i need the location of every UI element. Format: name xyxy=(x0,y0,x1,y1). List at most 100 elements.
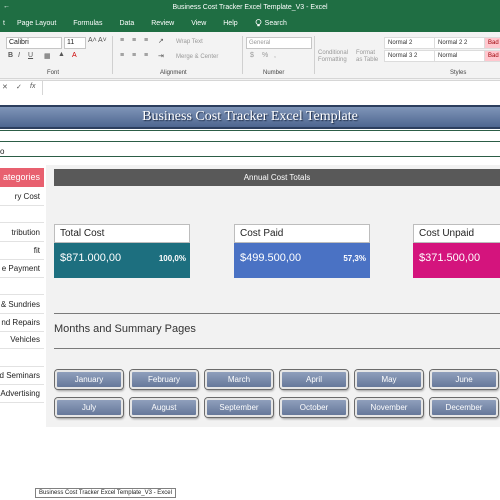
row-a-text: o xyxy=(0,147,5,156)
formula-bar: ✕ ✓ fx xyxy=(0,80,500,96)
month-button-april[interactable]: April xyxy=(280,370,348,389)
group-font-label: Font xyxy=(47,70,60,76)
align-top-icon[interactable]: ≡ xyxy=(120,37,124,44)
card-percent: 57,3% xyxy=(343,254,366,263)
insert-function-icon[interactable]: fx xyxy=(30,83,35,90)
month-button-july[interactable]: July xyxy=(55,398,123,417)
cancel-formula-icon[interactable]: ✕ xyxy=(2,83,8,91)
group-number-label: Number xyxy=(263,70,285,76)
borders-icon[interactable]: ▦ xyxy=(44,52,51,60)
sidebar-item[interactable] xyxy=(0,206,44,223)
sidebar-item[interactable]: fit xyxy=(0,243,44,260)
divider-line xyxy=(0,130,500,131)
grow-font-icon[interactable]: A˄ xyxy=(88,37,97,44)
style-bad[interactable]: Bad xyxy=(484,37,500,49)
formula-input[interactable] xyxy=(42,81,500,95)
style-normal-2-2[interactable]: Normal 2 2 xyxy=(434,37,485,49)
tab-data[interactable]: Data xyxy=(119,20,134,27)
shrink-font-icon[interactable]: A˅ xyxy=(98,37,107,44)
card-amount: $371.500,00 xyxy=(419,252,481,264)
italic-icon[interactable]: I xyxy=(18,52,20,59)
sidebar-item[interactable]: tribution xyxy=(0,225,44,242)
divider-line xyxy=(0,156,500,157)
align-middle-icon[interactable]: ≡ xyxy=(132,37,136,44)
percent-icon[interactable]: % xyxy=(262,52,268,59)
sidebar-item-label: Advertising xyxy=(0,389,40,398)
group-alignment-label: Alignment xyxy=(160,70,187,76)
sidebar-item[interactable]: e Payment xyxy=(0,261,44,278)
month-button-december[interactable]: December xyxy=(430,398,498,417)
font-color-icon[interactable]: A xyxy=(72,52,77,59)
style-normal-2[interactable]: Normal 2 xyxy=(384,37,435,49)
style-normal-3-2[interactable]: Normal 3 2 xyxy=(384,50,435,62)
style-normal[interactable]: Normal xyxy=(434,50,485,62)
font-name-select[interactable]: Calibri xyxy=(6,37,62,49)
currency-icon[interactable]: $ xyxy=(250,52,254,59)
group-separator xyxy=(112,36,113,74)
sidebar-item[interactable]: Advertising xyxy=(0,386,44,403)
enter-formula-icon[interactable]: ✓ xyxy=(16,83,22,91)
sidebar-categories-header: ategories xyxy=(0,168,44,187)
group-separator xyxy=(242,36,243,74)
align-left-icon[interactable]: ≡ xyxy=(120,52,124,59)
month-button-march[interactable]: March xyxy=(205,370,273,389)
card-title: Cost Paid xyxy=(234,224,370,243)
sidebar-item-label: nd Repairs xyxy=(1,318,40,327)
merge-center-button[interactable]: Merge & Center xyxy=(176,54,218,60)
month-button-october[interactable]: October xyxy=(280,398,348,417)
sidebar-item[interactable]: nd Seminars xyxy=(0,368,44,385)
tab-insert[interactable]: t xyxy=(3,20,5,27)
conditional-formatting-button[interactable]: Conditional Formatting xyxy=(318,50,356,64)
sidebar-item-label: e Payment xyxy=(1,264,40,273)
sidebar-item[interactable]: nd Repairs xyxy=(0,315,44,332)
quick-access-save-icon[interactable]: ← xyxy=(3,3,10,10)
sidebar-item[interactable] xyxy=(0,350,44,367)
card-title: Cost Unpaid xyxy=(413,224,500,243)
lightbulb-icon xyxy=(255,19,262,27)
tab-view[interactable]: View xyxy=(191,20,206,27)
title-bar: ← Business Cost Tracker Excel Template_V… xyxy=(0,0,500,14)
align-center-icon[interactable]: ≡ xyxy=(132,52,136,59)
sidebar-item[interactable]: ry Cost xyxy=(0,189,44,206)
fill-color-icon[interactable]: ▲ xyxy=(58,51,65,58)
search-label: Search xyxy=(264,19,287,27)
format-as-table-button[interactable]: Format as Table xyxy=(356,50,382,64)
month-button-january[interactable]: January xyxy=(55,370,123,389)
window-title: Business Cost Tracker Excel Template_V3 … xyxy=(172,3,328,11)
tab-page-layout[interactable]: Page Layout xyxy=(17,20,56,27)
align-bottom-icon[interactable]: ≡ xyxy=(144,37,148,44)
align-right-icon[interactable]: ≡ xyxy=(144,52,148,59)
sidebar-item[interactable]: Vehicles xyxy=(0,332,44,349)
month-button-november[interactable]: November xyxy=(355,398,423,417)
month-button-august[interactable]: August xyxy=(130,398,198,417)
months-bottom-line xyxy=(54,348,500,349)
sidebar-item[interactable]: & Sundries xyxy=(0,297,44,314)
sidebar-item-label: fit xyxy=(33,246,40,255)
number-format-select[interactable]: General xyxy=(246,37,312,49)
card-amount: $499.500,00 xyxy=(240,252,302,264)
underline-icon[interactable]: U xyxy=(28,52,33,59)
dashboard-banner: Business Cost Tracker Excel Template xyxy=(0,105,500,129)
orientation-icon[interactable]: ↗ xyxy=(158,37,164,45)
sidebar-item-label: nd Seminars xyxy=(0,371,40,380)
month-button-september[interactable]: September xyxy=(205,398,273,417)
sidebar-item[interactable] xyxy=(0,278,44,295)
wrap-text-button[interactable]: Wrap Text xyxy=(176,39,203,45)
style-bad-2[interactable]: Bad xyxy=(484,50,500,62)
indent-icon[interactable]: ⇥ xyxy=(158,52,164,60)
card-title: Total Cost xyxy=(54,224,190,243)
tab-formulas[interactable]: Formulas xyxy=(73,20,102,27)
bold-icon[interactable]: B xyxy=(8,52,13,59)
tab-help[interactable]: Help xyxy=(223,20,237,27)
tab-review[interactable]: Review xyxy=(151,20,174,27)
month-button-may[interactable]: May xyxy=(355,370,423,389)
card-body: $871.000,00 100,0% xyxy=(54,243,190,278)
search-box[interactable]: Search xyxy=(255,19,304,27)
font-size-select[interactable]: 11 xyxy=(64,37,86,49)
months-top-line xyxy=(54,313,500,314)
comma-icon[interactable]: , xyxy=(274,52,276,59)
sidebar-item-label: tribution xyxy=(11,228,40,237)
month-button-june[interactable]: June xyxy=(430,370,498,389)
card-cost-paid: Cost Paid $499.500,00 57,3% xyxy=(234,224,370,278)
month-button-february[interactable]: February xyxy=(130,370,198,389)
